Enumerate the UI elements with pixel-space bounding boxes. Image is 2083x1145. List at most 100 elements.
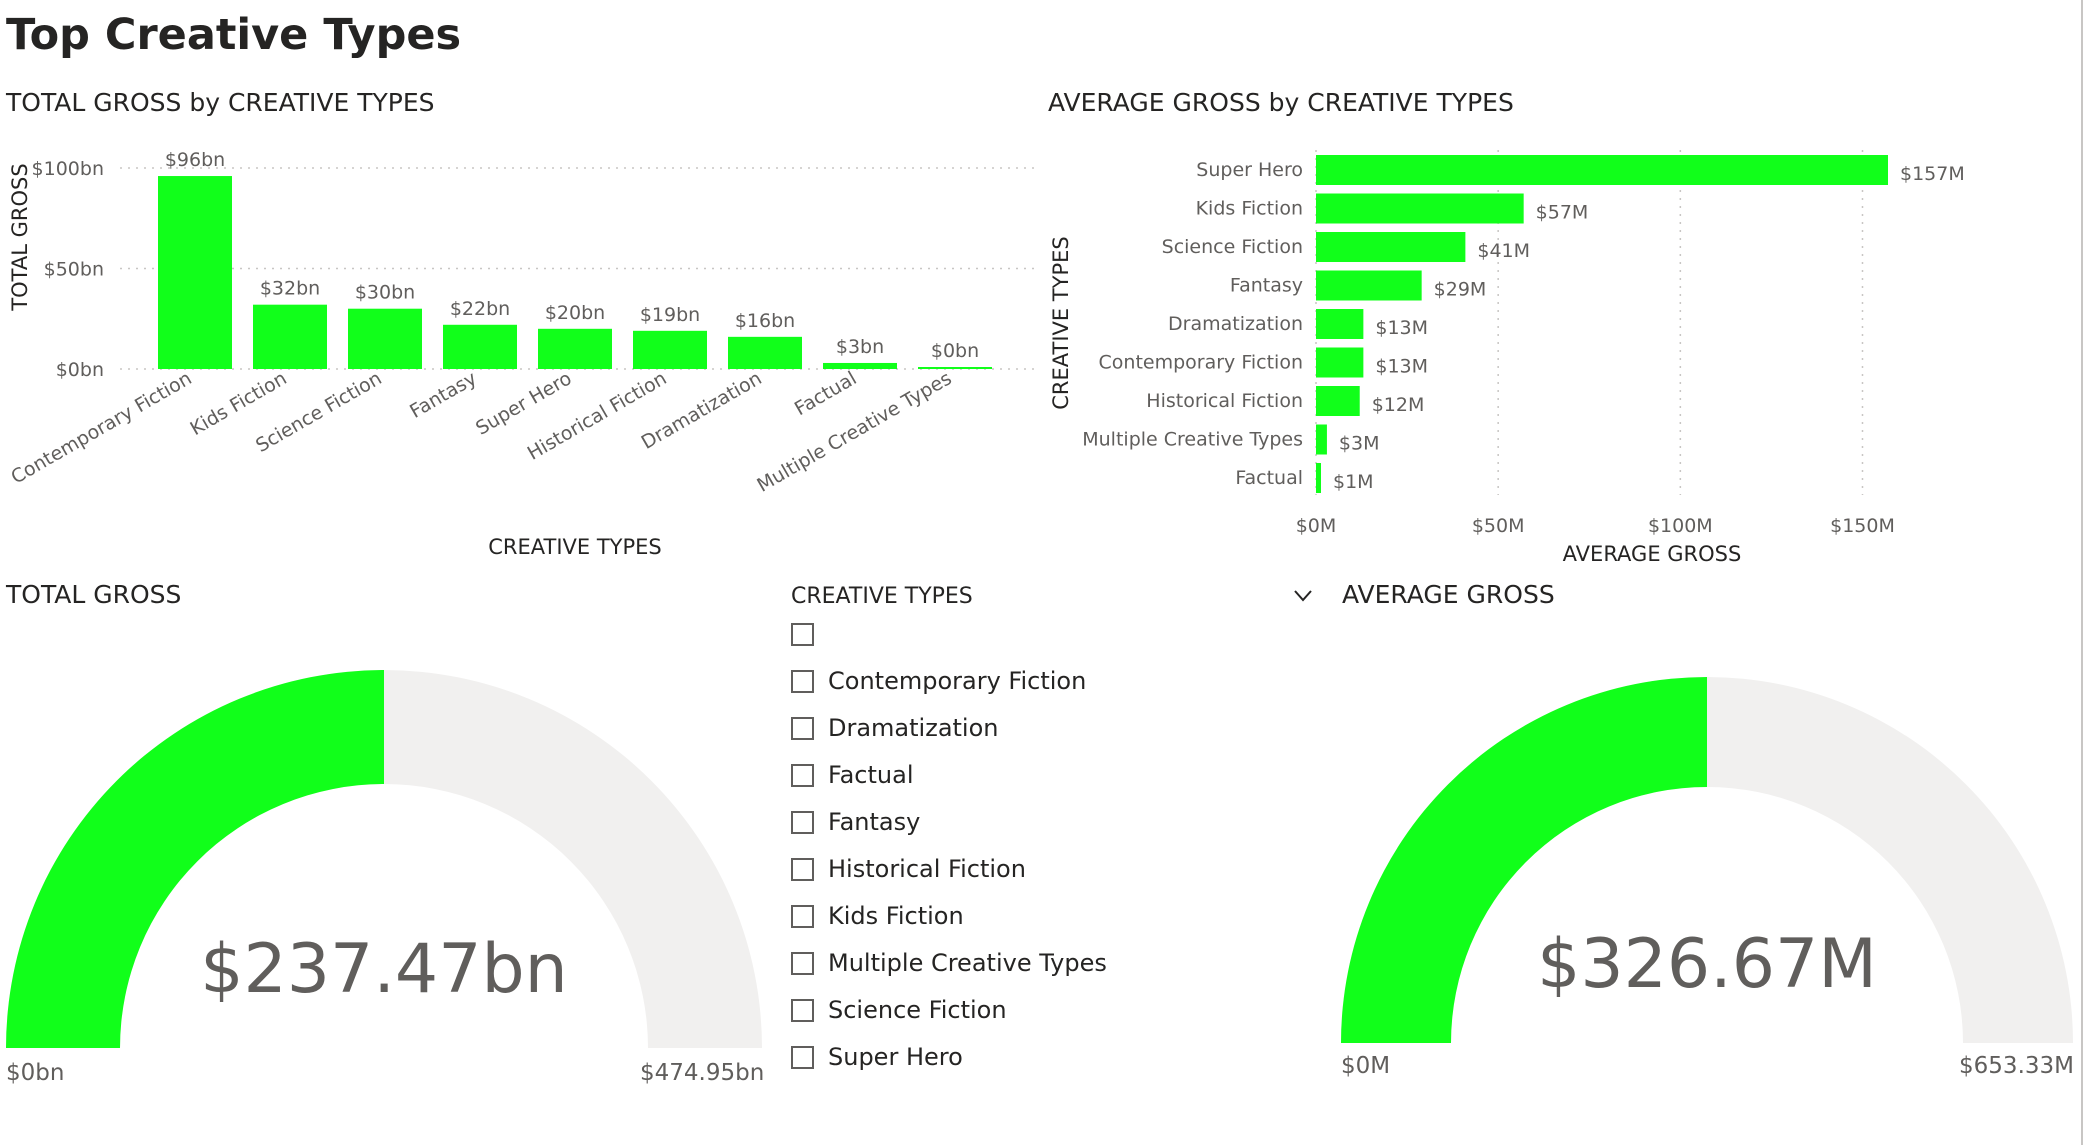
data-label: $0bn [931, 340, 979, 362]
checkbox[interactable] [791, 622, 814, 646]
y-tick-label: Dramatization [1168, 313, 1303, 335]
average-gross-gauge-max: $653.33M [1959, 1053, 2074, 1079]
data-label: $22bn [450, 298, 510, 320]
checkbox[interactable] [791, 904, 814, 928]
x-tick-label: $0M [1296, 515, 1337, 537]
y-tick-label: $0bn [56, 359, 104, 381]
data-label: $3M [1339, 433, 1380, 455]
average-gross-y-axis-title: CREATIVE TYPES [1049, 236, 1073, 410]
bar [1316, 386, 1360, 416]
slicer-item-label: Super Hero [828, 1043, 963, 1071]
checkbox[interactable] [791, 951, 814, 975]
data-label: $20bn [545, 302, 605, 324]
bar [348, 308, 422, 369]
x-tick-label: Factual [791, 367, 861, 420]
bar [1316, 347, 1364, 378]
bar [538, 328, 612, 369]
average-gross-bar-chart[interactable]: CREATIVE TYPES AVERAGE GROSS $0M $50M $100… [1040, 130, 2083, 570]
slicer-item[interactable]: Factual [791, 755, 914, 795]
x-tick-label: $100M [1648, 515, 1713, 537]
x-tick-label: Fantasy [406, 367, 480, 423]
y-tick-label: Factual [1235, 467, 1303, 489]
bar [1316, 424, 1327, 455]
total-gross-gauge-max: $474.95bn [640, 1060, 765, 1086]
checkbox[interactable] [791, 716, 814, 740]
y-tick-label: Kids Fiction [1196, 198, 1303, 220]
bar [1316, 309, 1364, 339]
data-label: $1M [1333, 471, 1374, 493]
checkbox[interactable] [791, 857, 814, 881]
data-label: $96bn [165, 149, 225, 171]
data-label: $30bn [355, 282, 415, 304]
bar [1316, 232, 1466, 262]
slicer-item[interactable]: Fantasy [791, 802, 920, 842]
total-gross-gauge-value: $237.47bn [200, 930, 568, 1009]
bar [1316, 155, 1888, 185]
y-tick-label: Contemporary Fiction [1099, 352, 1303, 374]
average-gross-x-axis-title: AVERAGE GROSS [1563, 542, 1742, 566]
average-gross-chart-title: AVERAGE GROSS by CREATIVE TYPES [1048, 88, 1514, 117]
slicer-item[interactable]: Historical Fiction [791, 849, 1026, 889]
total-gross-gauge-min: $0bn [6, 1060, 65, 1086]
total-gross-x-axis-title: CREATIVE TYPES [488, 535, 662, 559]
bar [443, 324, 517, 369]
checkbox[interactable] [791, 669, 814, 693]
slicer-item-label: Factual [828, 761, 914, 789]
total-gross-chart-title: TOTAL GROSS by CREATIVE TYPES [6, 88, 435, 117]
average-gross-gauge-value: $326.67M [1537, 925, 1877, 1004]
bar [1316, 193, 1524, 224]
bar [158, 176, 232, 369]
y-tick-label: Historical Fiction [1146, 390, 1303, 412]
data-label: $32bn [260, 278, 320, 300]
data-label: $157M [1900, 163, 1965, 185]
y-tick-label: $50bn [44, 259, 104, 281]
bar [918, 367, 992, 369]
y-tick-label: Science Fiction [1162, 236, 1303, 258]
slicer-item-label: Contemporary Fiction [828, 667, 1087, 695]
x-tick-label: $50M [1472, 515, 1525, 537]
x-tick-label: $150M [1830, 515, 1895, 537]
data-label: $29M [1434, 279, 1487, 301]
total-gross-bar-chart[interactable]: TOTAL GROSS CREATIVE TYPES $0bn $50bn $100… [0, 130, 1040, 565]
slicer-item-label: Historical Fiction [828, 855, 1026, 883]
y-tick-label: Fantasy [1230, 275, 1303, 297]
slicer-item[interactable]: Multiple Creative Types [791, 943, 1107, 983]
slicer-item[interactable] [791, 614, 828, 654]
slicer-item[interactable]: Contemporary Fiction [791, 661, 1086, 701]
slicer-item-label: Multiple Creative Types [828, 949, 1107, 977]
bar [728, 336, 802, 369]
bar [1316, 270, 1422, 301]
slicer-item[interactable]: Super Hero [791, 1037, 963, 1077]
average-gross-gauge-min: $0M [1341, 1053, 1391, 1079]
checkbox[interactable] [791, 763, 814, 787]
data-label: $13M [1375, 317, 1428, 339]
data-label: $41M [1477, 240, 1530, 262]
slicer-item-label: Science Fiction [828, 996, 1007, 1024]
chevron-down-icon[interactable] [1293, 588, 1313, 604]
average-gross-gauge-title: AVERAGE GROSS [1342, 580, 1555, 609]
checkbox[interactable] [791, 1045, 814, 1069]
bar [633, 330, 707, 369]
data-label: $13M [1375, 356, 1428, 378]
slicer-item-label: Kids Fiction [828, 902, 964, 930]
data-label: $16bn [735, 310, 795, 332]
slicer-item[interactable]: Dramatization [791, 708, 999, 748]
slicer-item-label: Fantasy [828, 808, 921, 836]
y-tick-label: $100bn [32, 158, 104, 180]
slicer-title: CREATIVE TYPES [791, 584, 973, 609]
data-label: $19bn [640, 304, 700, 326]
x-tick-label: Contemporary Fiction [7, 367, 195, 488]
checkbox[interactable] [791, 810, 814, 834]
slicer-item[interactable]: Kids Fiction [791, 896, 964, 936]
total-gross-y-axis-title: TOTAL GROSS [8, 163, 32, 311]
slicer-item[interactable]: Science Fiction [791, 990, 1007, 1030]
slicer-item-label: Dramatization [828, 714, 999, 742]
bar [1316, 463, 1321, 493]
page-title: Top Creative Types [6, 10, 462, 60]
y-tick-label: Multiple Creative Types [1082, 429, 1303, 451]
data-label: $57M [1536, 202, 1589, 224]
checkbox[interactable] [791, 998, 814, 1022]
bar [253, 304, 327, 369]
y-tick-label: Super Hero [1196, 159, 1303, 181]
data-label: $12M [1372, 394, 1425, 416]
